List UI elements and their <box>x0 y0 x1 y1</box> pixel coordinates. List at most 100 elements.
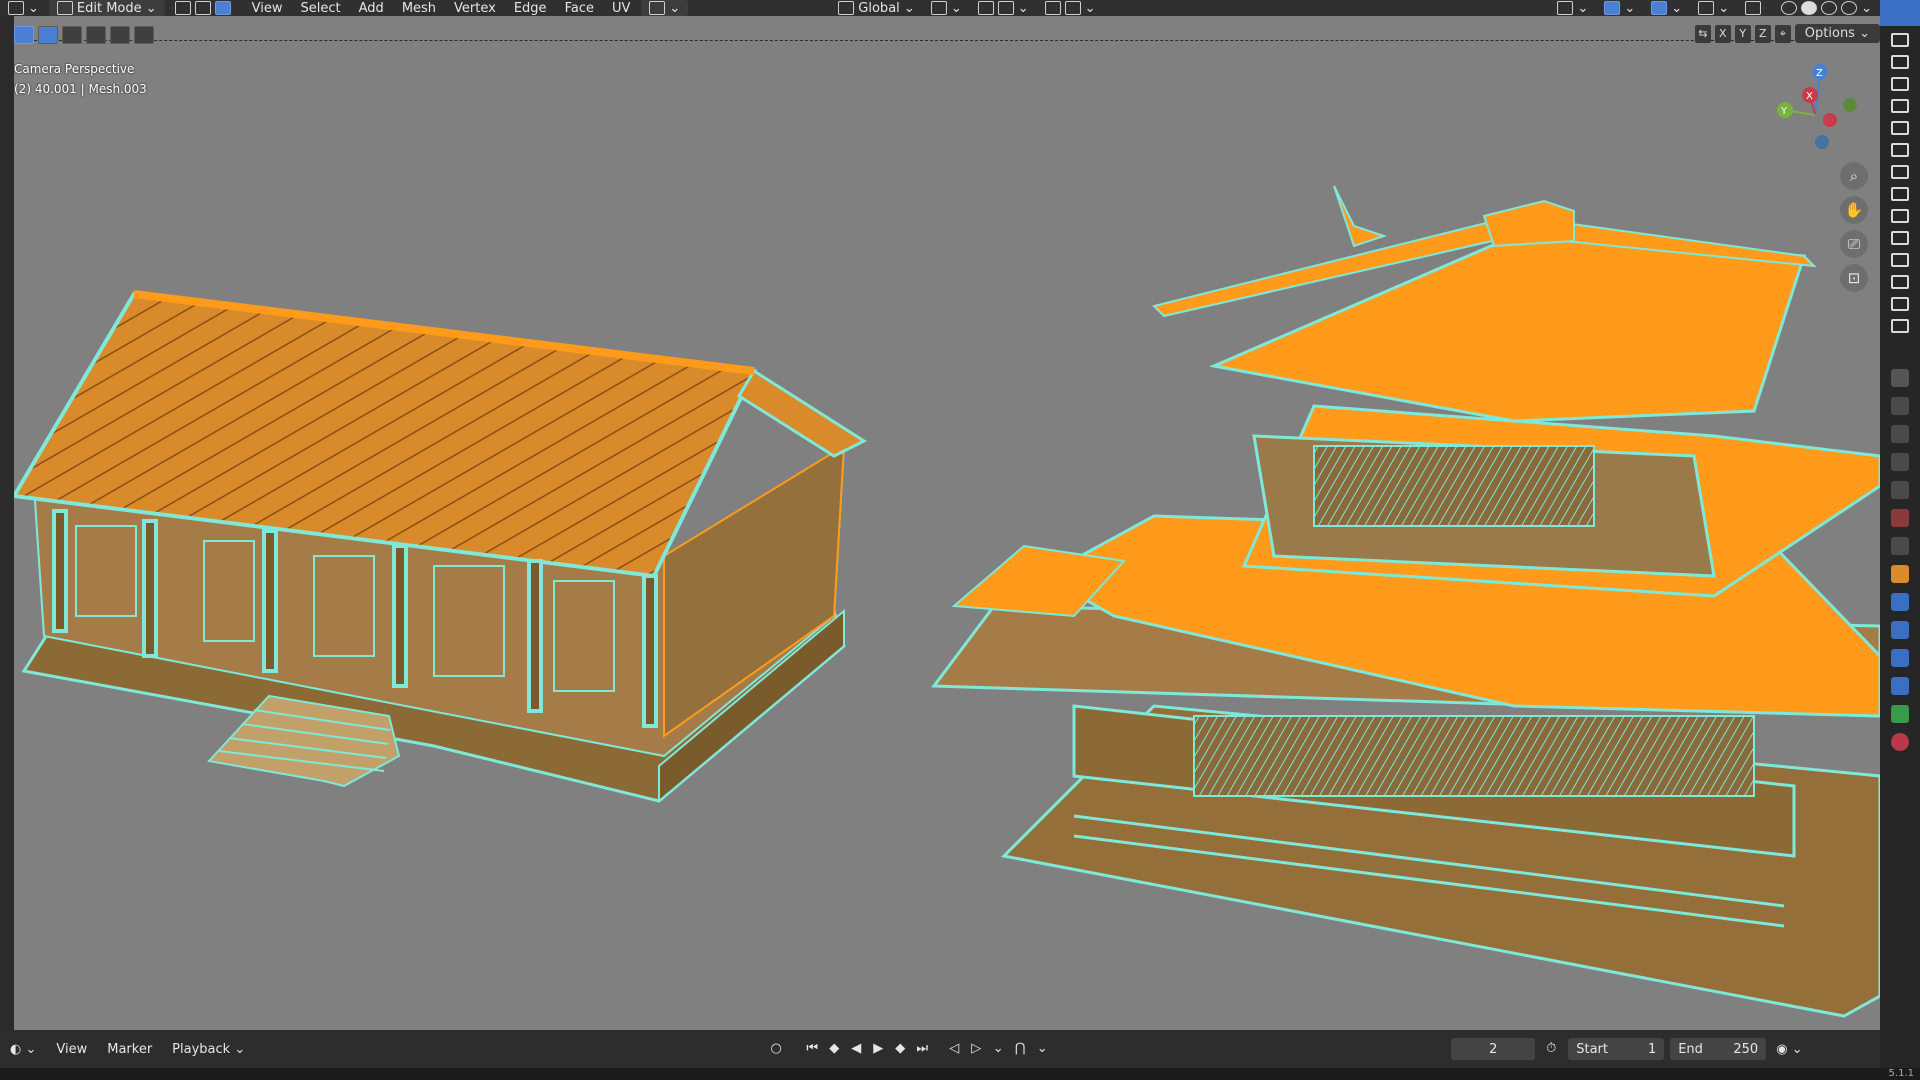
xray-toggle[interactable] <box>1737 0 1773 16</box>
start-frame-field[interactable]: Start 1 <box>1568 1038 1665 1060</box>
render-toggle-icon[interactable] <box>1891 165 1909 179</box>
render-toggle-icon[interactable] <box>1891 99 1909 113</box>
outliner-restrict-icon[interactable] <box>1880 0 1920 26</box>
render-toggle-icon[interactable] <box>1891 33 1909 47</box>
mesh-overlay-dropdown[interactable]: ⌄ <box>1690 0 1737 16</box>
camera-view-icon[interactable]: ⎚ <box>1840 230 1868 258</box>
editor-type-button[interactable]: ⌄ <box>0 0 47 16</box>
overlay-toggle[interactable]: ⌄ <box>1643 0 1690 16</box>
mirror-options-icon[interactable]: ⇆ <box>1694 24 1711 43</box>
pivot-dropdown[interactable]: ⌄ <box>923 0 970 16</box>
view-layer-properties-icon[interactable] <box>1891 453 1909 471</box>
render-toggle-icon[interactable] <box>1891 55 1909 69</box>
physics-properties-icon[interactable] <box>1891 649 1909 667</box>
world-properties-icon[interactable] <box>1891 509 1909 527</box>
menu-vertex[interactable]: Vertex <box>445 1 505 16</box>
tool-properties-icon[interactable] <box>1891 369 1909 387</box>
constraints-properties-icon[interactable] <box>1891 677 1909 695</box>
end-frame-field[interactable]: End 250 <box>1670 1038 1767 1060</box>
material-shading-icon[interactable] <box>1821 1 1838 15</box>
wireframe-shading-icon[interactable] <box>1781 1 1798 15</box>
visibility-dropdown[interactable]: ⌄ <box>1549 0 1596 16</box>
left-hall-model[interactable] <box>14 290 868 804</box>
select-new-icon[interactable] <box>38 26 58 44</box>
collection-properties-icon[interactable] <box>1891 537 1909 555</box>
render-toggle-icon[interactable] <box>1891 319 1909 333</box>
jump-start-icon[interactable]: ⏮ <box>804 1041 820 1057</box>
render-toggle-icon[interactable] <box>1891 209 1909 223</box>
render-toggle-icon[interactable] <box>1891 297 1909 311</box>
proportional-edit-toggle[interactable]: ⌄ <box>1037 0 1104 16</box>
menu-mesh[interactable]: Mesh <box>393 1 445 16</box>
render-properties-icon[interactable] <box>1891 397 1909 415</box>
solid-shading-icon[interactable] <box>1801 1 1818 15</box>
mode-dropdown[interactable]: Edit Mode ⌄ <box>48 0 165 16</box>
jump-end-icon[interactable]: ⏭ <box>914 1041 930 1057</box>
render-toggle-icon[interactable] <box>1891 187 1909 201</box>
options-dropdown[interactable]: Options ⌄ <box>1794 24 1880 43</box>
render-toggle-icon[interactable] <box>1891 143 1909 157</box>
render-toggle-icon[interactable] <box>1891 231 1909 245</box>
menu-select[interactable]: Select <box>292 1 350 16</box>
object-properties-icon[interactable] <box>1891 565 1909 583</box>
right-pagoda-model[interactable] <box>931 185 1880 1018</box>
navigation-gizmo[interactable]: Z X Y <box>1770 60 1860 155</box>
particles-properties-icon[interactable] <box>1891 621 1909 639</box>
prev-marker-icon[interactable]: ◁ <box>946 1041 962 1057</box>
modifier-properties-icon[interactable] <box>1891 593 1909 611</box>
next-marker-icon[interactable]: ▷ <box>968 1041 984 1057</box>
select-extend-icon[interactable] <box>62 26 82 44</box>
pan-hand-icon[interactable]: ✋ <box>1840 196 1868 224</box>
render-toggle-icon[interactable] <box>1891 253 1909 267</box>
current-frame-field[interactable]: 2 <box>1451 1038 1536 1060</box>
snapping-dropdown-icon[interactable]: ⌄ <box>1034 1041 1050 1057</box>
timeline-menu-view[interactable]: View <box>46 1042 97 1057</box>
edge-select-icon[interactable] <box>194 1 211 15</box>
timeline-editor-type[interactable]: ◐ ⌄ <box>0 1042 46 1057</box>
output-properties-icon[interactable] <box>1891 425 1909 443</box>
select-box-tool-icon[interactable] <box>14 26 34 44</box>
timeline-menu-marker[interactable]: Marker <box>97 1042 162 1057</box>
prev-keyframe-icon[interactable]: ◆ <box>826 1041 842 1057</box>
mirror-z-button[interactable]: Z <box>1754 24 1771 43</box>
render-toggle-icon[interactable] <box>1891 121 1909 135</box>
scene-properties-icon[interactable] <box>1891 481 1909 499</box>
material-properties-icon[interactable] <box>1891 733 1909 751</box>
mirror-y-button[interactable]: Y <box>1734 24 1751 43</box>
render-toggle-icon[interactable] <box>1891 275 1909 289</box>
menu-add[interactable]: Add <box>350 1 393 16</box>
menu-view[interactable]: View <box>243 1 292 16</box>
preview-range-icon[interactable]: ⏱ <box>1543 1041 1559 1057</box>
data-properties-icon[interactable] <box>1891 705 1909 723</box>
snapping-icon[interactable]: ⋂ <box>1012 1041 1028 1057</box>
play-icon[interactable]: ▶ <box>870 1041 886 1057</box>
select-invert-icon[interactable] <box>110 26 130 44</box>
snap-toggle[interactable]: ⌄ <box>970 0 1037 16</box>
select-subtract-icon[interactable] <box>86 26 106 44</box>
transform-orientation-dropdown[interactable]: Global ⌄ <box>830 0 923 16</box>
select-mode-group[interactable] <box>167 0 243 16</box>
zoom-icon[interactable]: ⌕ <box>1840 162 1868 190</box>
auto-keying-icon[interactable]: ○ <box>768 1041 784 1057</box>
rendered-shading-icon[interactable] <box>1841 1 1858 15</box>
3d-viewport[interactable] <box>14 16 1880 1030</box>
playback-dropdown[interactable]: Playback ⌄ <box>162 1042 255 1057</box>
marker-dropdown-icon[interactable]: ⌄ <box>990 1041 1006 1057</box>
menu-uv[interactable]: UV <box>603 1 639 16</box>
next-keyframe-icon[interactable]: ◆ <box>892 1041 908 1057</box>
mirror-x-button[interactable]: X <box>1714 24 1731 43</box>
vertex-select-icon[interactable] <box>174 1 191 15</box>
face-select-icon[interactable] <box>214 1 231 15</box>
snap-options-icon[interactable]: ⌖ <box>1774 24 1791 43</box>
gizmo-toggle[interactable]: ⌄ <box>1596 0 1643 16</box>
menu-face[interactable]: Face <box>556 1 603 16</box>
shading-modes[interactable]: ⌄ <box>1773 0 1880 16</box>
select-intersect-icon[interactable] <box>134 26 154 44</box>
play-reverse-icon[interactable]: ◀ <box>848 1041 864 1057</box>
uv-options-dropdown[interactable]: ⌄ <box>641 0 689 16</box>
timeline-view-options[interactable]: ◉ ⌄ <box>1766 1042 1812 1057</box>
render-toggle-icon[interactable] <box>1891 77 1909 91</box>
lock-icon[interactable]: ⊡ <box>1840 264 1868 292</box>
menu-edge[interactable]: Edge <box>505 1 556 16</box>
snap-target-icon <box>997 1 1014 15</box>
